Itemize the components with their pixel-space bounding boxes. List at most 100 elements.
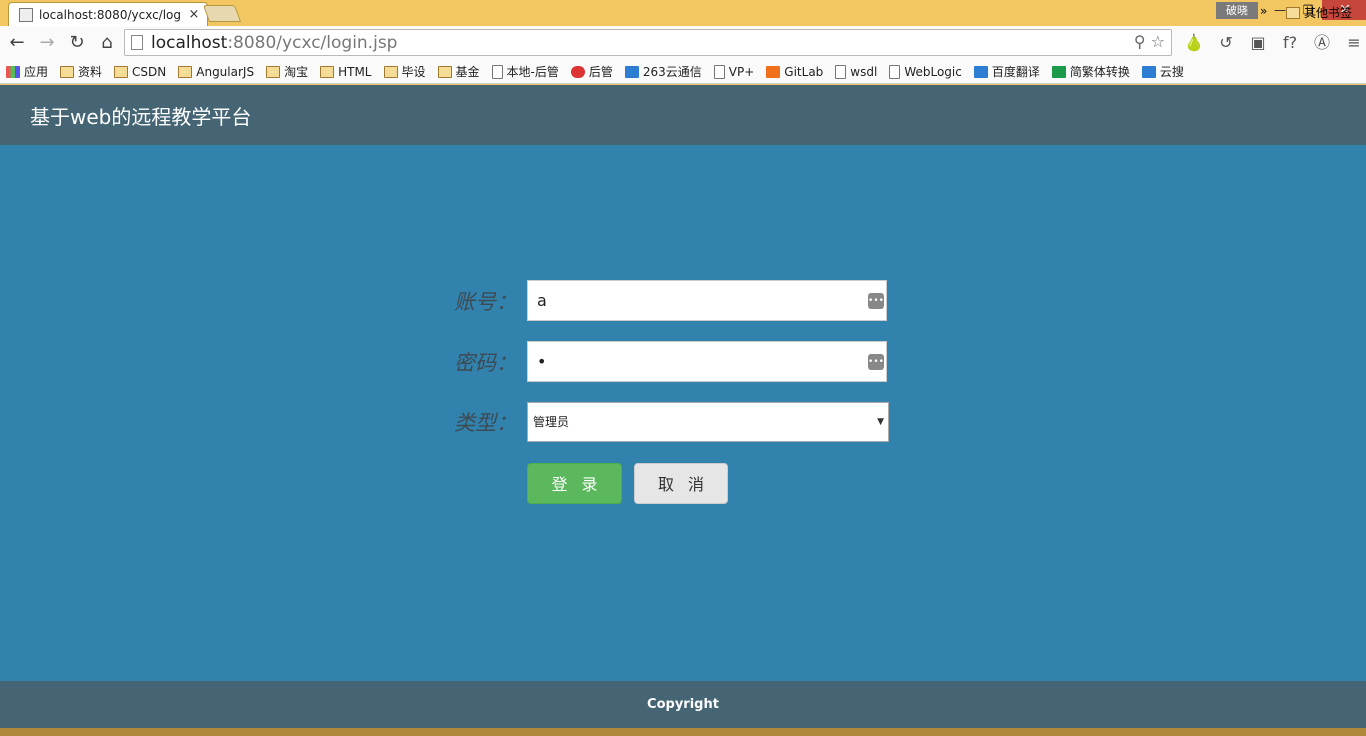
type-label: 类型：: [454, 411, 517, 435]
type-select[interactable]: 管理员 ▼: [527, 402, 889, 442]
password-input[interactable]: • •••: [527, 341, 887, 382]
page-icon: [835, 64, 847, 79]
copyright-text: Copyright: [647, 697, 719, 712]
tab-title: localhost:8080/ycxc/log: [39, 7, 182, 22]
back-icon[interactable]: ←: [4, 30, 30, 56]
bookmark-label: 后管: [588, 65, 613, 79]
page-icon: [491, 64, 503, 79]
extension-icon[interactable]: Ⓐ: [1306, 31, 1338, 55]
extension-icon[interactable]: ▣: [1242, 31, 1274, 55]
account-value: a: [537, 291, 547, 310]
os-taskbar: [0, 728, 1366, 736]
password-label: 密码：: [454, 350, 517, 375]
profile-badge[interactable]: 破晓: [1216, 2, 1258, 19]
bookmark-label: 263云通信: [642, 65, 702, 79]
type-row: 类型： 管理员 ▼: [440, 402, 889, 442]
folder-icon: [60, 65, 75, 78]
bookmark-label: 应用: [24, 65, 49, 79]
password-value: •: [537, 352, 547, 371]
bookmark-item[interactable]: 基金: [437, 63, 480, 80]
bookmark-item[interactable]: CSDN: [114, 65, 166, 79]
type-selected-value: 管理员: [533, 415, 570, 429]
bookmark-label: 资料: [78, 65, 103, 79]
bookmark-item[interactable]: AngularJS: [178, 65, 254, 79]
site-footer: Copyright: [0, 681, 1366, 728]
extension-icon[interactable]: f?: [1274, 31, 1306, 55]
folder-icon: [1286, 6, 1300, 19]
address-bar[interactable]: localhost:8080/ycxc/login.jsp ⚲ ☆: [124, 29, 1172, 56]
browser-tab[interactable]: localhost:8080/ycxc/log ×: [8, 2, 208, 26]
site-title: 基于web的远程教学平台: [30, 105, 252, 129]
login-button[interactable]: 登录: [527, 463, 622, 504]
bookmark-item[interactable]: 云搜: [1141, 63, 1184, 80]
cancel-button[interactable]: 取消: [634, 463, 728, 504]
site-icon: [766, 65, 781, 78]
bookmark-label: 基金: [455, 65, 480, 79]
site-header: 基于web的远程教学平台: [0, 85, 1366, 145]
bookmark-label: 毕设: [401, 65, 426, 79]
favicon-icon: [19, 7, 33, 22]
bookmark-item[interactable]: VP+: [713, 64, 755, 79]
bookmark-label: VP+: [728, 64, 755, 79]
extension-icon[interactable]: ↺: [1210, 31, 1242, 55]
bookmark-item[interactable]: WebLogic: [889, 64, 962, 79]
bookmark-item[interactable]: 后管: [570, 63, 613, 80]
bookmark-label: HTML: [338, 64, 372, 79]
folder-icon: [266, 65, 281, 78]
password-manager-icon[interactable]: •••: [868, 293, 884, 309]
bookmark-item[interactable]: 本地-后管: [491, 63, 559, 80]
folder-icon: [383, 65, 398, 78]
site-icon: [624, 65, 639, 78]
home-icon[interactable]: ⌂: [94, 30, 120, 56]
dropdown-arrow-icon: ▼: [877, 417, 884, 427]
bookmark-item[interactable]: GitLab: [766, 65, 823, 79]
bookmark-item[interactable]: 应用: [6, 63, 48, 80]
other-bookmarks-label: 其他书签: [1304, 6, 1353, 20]
bookmark-item[interactable]: 百度翻译: [973, 63, 1040, 80]
site-icon: [6, 65, 20, 78]
bookmark-item[interactable]: HTML: [320, 64, 372, 79]
extension-icons: 🍐 ↺ ▣ f? Ⓐ ≡: [1178, 31, 1366, 55]
forward-icon[interactable]: →: [34, 30, 60, 56]
account-input[interactable]: a •••: [527, 280, 887, 321]
reload-icon[interactable]: ↻: [64, 30, 90, 56]
bookmark-item[interactable]: 263云通信: [624, 63, 702, 80]
extension-icon[interactable]: ≡: [1338, 31, 1366, 55]
page-icon: [131, 35, 143, 50]
bookmark-label: wsdl: [850, 64, 878, 79]
bookmark-star-icon[interactable]: ⚲ ☆: [1134, 32, 1165, 51]
browser-toolbar: ← → ↻ ⌂ localhost:8080/ycxc/login.jsp ⚲ …: [0, 26, 1366, 60]
folder-icon: [178, 65, 193, 78]
other-bookmarks[interactable]: 其他书签: [1286, 4, 1352, 21]
account-label: 账号：: [454, 289, 517, 314]
bookmark-item[interactable]: 资料: [60, 63, 102, 80]
extension-icon[interactable]: 🍐: [1178, 31, 1210, 55]
bookmark-label: 本地-后管: [506, 65, 559, 79]
url-host: localhost: [151, 32, 228, 53]
password-row: 密码： • •••: [440, 341, 887, 382]
bookmark-item[interactable]: wsdl: [835, 64, 878, 79]
site-icon: [973, 65, 988, 78]
bookmark-item[interactable]: 简繁体转换: [1051, 63, 1130, 80]
bookmark-item[interactable]: 淘宝: [266, 63, 308, 80]
bookmark-label: 淘宝: [284, 65, 309, 79]
bookmarks-more-icon[interactable]: »: [1260, 4, 1267, 18]
password-manager-icon[interactable]: •••: [868, 354, 884, 370]
bookmark-label: CSDN: [132, 64, 167, 79]
tab-close-icon[interactable]: ×: [187, 7, 201, 22]
bookmark-label: WebLogic: [904, 64, 962, 79]
new-tab-button[interactable]: [202, 5, 242, 22]
page-icon: [889, 64, 901, 79]
bookmark-item[interactable]: 毕设: [383, 63, 426, 80]
bookmark-label: AngularJS: [196, 64, 255, 79]
folder-icon: [437, 65, 452, 78]
bookmark-label: 简繁体转换: [1069, 65, 1130, 79]
site-icon: [1141, 65, 1156, 78]
folder-icon: [320, 65, 335, 78]
account-row: 账号： a •••: [440, 280, 887, 321]
url-path: :8080/ycxc/login.jsp: [227, 32, 398, 53]
bookmarks-bar: 应用 资料 CSDN AngularJS 淘宝 HTML 毕设 基金 本地-后管 后管 263云通信…: [0, 60, 1366, 84]
folder-icon: [114, 65, 129, 78]
bookmark-label: GitLab: [784, 64, 824, 79]
page-icon: [713, 64, 725, 79]
